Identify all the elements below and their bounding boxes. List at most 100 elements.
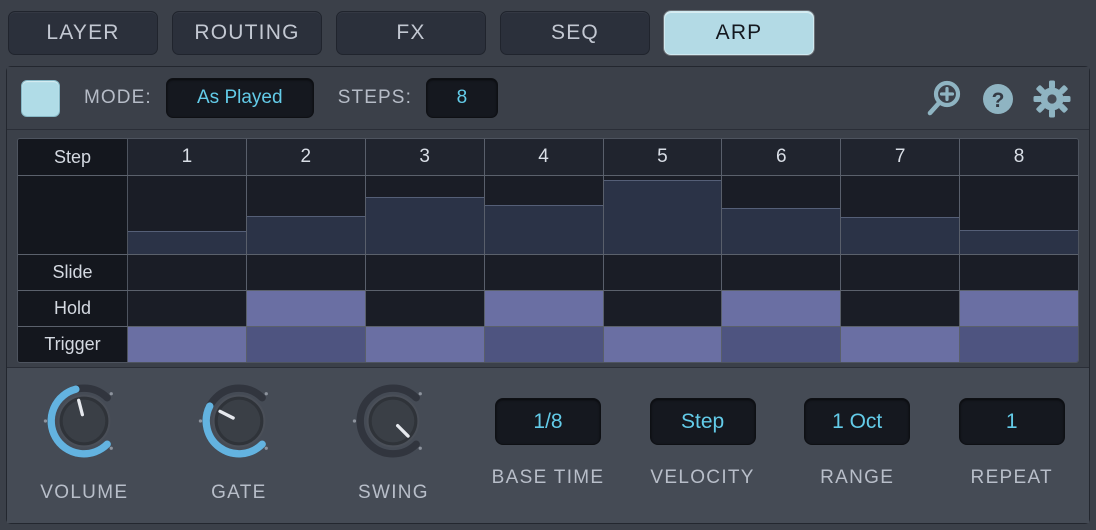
trigger-cell-7[interactable] — [841, 327, 960, 362]
gate-label: GATE — [211, 482, 267, 504]
hold-cell-5[interactable] — [604, 291, 723, 326]
velocity-cell[interactable] — [366, 176, 485, 254]
hold-cell-6[interactable] — [722, 291, 841, 326]
control-base-time: 1/8 BASE TIME — [471, 368, 626, 489]
trigger-cell-3[interactable] — [366, 327, 485, 362]
swing-label: SWING — [358, 482, 429, 504]
velocity-value[interactable]: Step — [650, 398, 756, 445]
tab-bar: LAYER ROUTING FX SEQ ARP — [0, 0, 1096, 66]
steps-label: STEPS: — [338, 87, 412, 109]
hold-cell-7[interactable] — [841, 291, 960, 326]
mode-bar-icons: ? — [923, 67, 1073, 130]
swing-knob[interactable] — [352, 380, 434, 462]
velocity-cell[interactable] — [128, 176, 247, 254]
row-cells — [128, 327, 1078, 362]
volume-label: VOLUME — [40, 482, 128, 504]
velocity-label: VELOCITY — [650, 467, 754, 489]
velocity-cells — [128, 176, 1078, 254]
slide-cell-4[interactable] — [485, 255, 604, 290]
mode-label: MODE: — [84, 87, 152, 109]
velocity-cell[interactable] — [604, 176, 723, 254]
repeat-value[interactable]: 1 — [959, 398, 1065, 445]
gate-knob[interactable] — [198, 380, 280, 462]
volume-knob[interactable] — [43, 380, 125, 462]
tab-fx[interactable]: FX — [336, 11, 486, 55]
grid-row-slide: Slide — [18, 255, 1078, 291]
slide-cell-3[interactable] — [366, 255, 485, 290]
arp-enable-toggle[interactable] — [21, 80, 60, 117]
tab-routing[interactable]: ROUTING — [172, 11, 322, 55]
tab-seq[interactable]: SEQ — [500, 11, 650, 55]
tab-arp[interactable]: ARP — [664, 11, 814, 55]
tab-layer[interactable]: LAYER — [8, 11, 158, 55]
slide-cell-6[interactable] — [722, 255, 841, 290]
slide-cell-5[interactable] — [604, 255, 723, 290]
velocity-bar — [128, 231, 246, 254]
step-header-8: 8 — [960, 139, 1078, 175]
grid-row-hold: Hold — [18, 291, 1078, 327]
velocity-cell[interactable] — [722, 176, 841, 254]
mode-bar: MODE: As Played STEPS: 8 ? — [7, 67, 1089, 130]
trigger-cell-8[interactable] — [960, 327, 1078, 362]
steps-value-field[interactable]: 8 — [426, 78, 498, 118]
velocity-cell[interactable] — [960, 176, 1078, 254]
base-time-value[interactable]: 1/8 — [495, 398, 601, 445]
step-header-label: Step — [18, 139, 128, 175]
range-value[interactable]: 1 Oct — [804, 398, 910, 445]
hold-cell-2[interactable] — [247, 291, 366, 326]
velocity-cell[interactable] — [841, 176, 960, 254]
step-header-7: 7 — [841, 139, 960, 175]
control-range: 1 Oct RANGE — [780, 368, 935, 489]
velocity-bar — [485, 205, 603, 254]
trigger-cell-4[interactable] — [485, 327, 604, 362]
trigger-cell-6[interactable] — [722, 327, 841, 362]
step-header-1: 1 — [128, 139, 247, 175]
gear-icon[interactable] — [1031, 78, 1073, 120]
velocity-bar — [604, 180, 722, 254]
step-header-4: 4 — [485, 139, 604, 175]
row-cells — [128, 291, 1078, 326]
row-label-trigger: Trigger — [18, 327, 128, 362]
help-icon[interactable]: ? — [977, 78, 1019, 120]
step-grid: Step 12345678 SlideHoldTrigger — [17, 138, 1079, 363]
slide-cell-8[interactable] — [960, 255, 1078, 290]
step-header-3: 3 — [366, 139, 485, 175]
base-time-label: BASE TIME — [492, 467, 605, 489]
row-cells — [128, 255, 1078, 290]
row-label-hold: Hold — [18, 291, 128, 326]
slide-cell-7[interactable] — [841, 255, 960, 290]
velocity-row — [18, 176, 1078, 255]
velocity-cell[interactable] — [247, 176, 366, 254]
range-label: RANGE — [820, 467, 894, 489]
slide-cell-1[interactable] — [128, 255, 247, 290]
arp-panel: LAYER ROUTING FX SEQ ARP MODE: As Played STE… — [0, 0, 1096, 530]
repeat-label: REPEAT — [971, 467, 1053, 489]
hold-cell-4[interactable] — [485, 291, 604, 326]
velocity-bar — [960, 230, 1078, 254]
hold-cell-8[interactable] — [960, 291, 1078, 326]
trigger-cell-2[interactable] — [247, 327, 366, 362]
slide-cell-2[interactable] — [247, 255, 366, 290]
control-velocity: Step VELOCITY — [625, 368, 780, 489]
step-header-2: 2 — [247, 139, 366, 175]
velocity-bar — [247, 216, 365, 254]
row-label-slide: Slide — [18, 255, 128, 290]
arp-main-panel: MODE: As Played STEPS: 8 ? — [6, 66, 1090, 524]
zoom-in-icon[interactable] — [923, 78, 965, 120]
hold-cell-3[interactable] — [366, 291, 485, 326]
control-volume: VOLUME — [7, 368, 162, 504]
velocity-bar — [722, 208, 840, 254]
hold-cell-1[interactable] — [128, 291, 247, 326]
grid-row-trigger: Trigger — [18, 327, 1078, 362]
trigger-cell-1[interactable] — [128, 327, 247, 362]
state-rows: SlideHoldTrigger — [18, 255, 1078, 362]
grid-header-row: Step 12345678 — [18, 139, 1078, 176]
control-swing: SWING — [316, 368, 471, 504]
velocity-bar — [841, 217, 959, 254]
step-number-cells: 12345678 — [128, 139, 1078, 175]
svg-text:?: ? — [992, 89, 1005, 112]
velocity-cell[interactable] — [485, 176, 604, 254]
mode-value-dropdown[interactable]: As Played — [166, 78, 314, 118]
trigger-cell-5[interactable] — [604, 327, 723, 362]
control-strip: VOLUME GATE SWING 1/8 BASE TIME Step VELOCITY 1… — [7, 367, 1089, 523]
